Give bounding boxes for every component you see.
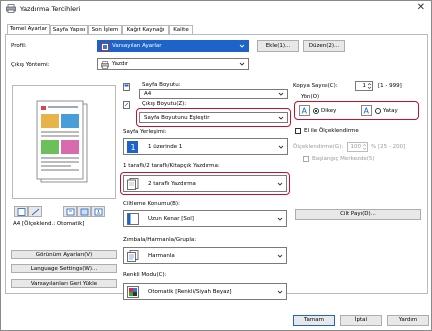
one-up-icon: 1 bbox=[127, 141, 138, 153]
page-layout-value: 1 üzerinde 1 bbox=[148, 143, 183, 150]
chevron-down-icon bbox=[277, 217, 283, 221]
svg-text:1: 1 bbox=[131, 143, 136, 152]
color-icon bbox=[80, 208, 89, 216]
edit-profile-button[interactable]: Düzen(2)... bbox=[303, 40, 345, 52]
scaling-input[interactable]: 100 bbox=[347, 142, 368, 152]
finishing-value: Harmanla bbox=[148, 252, 175, 259]
color-auto-icon bbox=[127, 286, 139, 298]
collate-icon bbox=[127, 250, 139, 262]
printer-icon bbox=[6, 4, 16, 13]
profile-icon bbox=[101, 43, 109, 51]
copies-label: Kopya Sayısı(C): bbox=[293, 83, 338, 89]
portrait-label: Dikey bbox=[321, 108, 337, 114]
svg-text:A: A bbox=[364, 107, 370, 116]
duplex-icon bbox=[31, 208, 40, 216]
duplex-print-icon bbox=[127, 178, 139, 190]
profile-select[interactable]: Varsayılan Ayarlar bbox=[97, 40, 249, 52]
gutter-button[interactable]: Cilt Payı(D)... bbox=[295, 209, 421, 220]
chevron-down-icon bbox=[278, 145, 284, 149]
language-settings-button[interactable]: Language Settings(W)... bbox=[11, 264, 117, 273]
preview-layout-button[interactable] bbox=[14, 206, 28, 217]
page-preview bbox=[12, 85, 116, 199]
page-size-label: Sayfa Boyutu: bbox=[142, 82, 181, 88]
preview-color-button[interactable] bbox=[77, 206, 91, 217]
preview-info-button[interactable] bbox=[91, 206, 105, 217]
copies-input[interactable]: 1 bbox=[355, 81, 373, 91]
profile-label: Profil: bbox=[11, 43, 27, 49]
ok-button[interactable]: Tamam bbox=[293, 315, 335, 326]
finishing-select[interactable]: Harmanla bbox=[123, 247, 287, 264]
output-size-highlight bbox=[136, 108, 291, 127]
svg-text:A: A bbox=[302, 107, 308, 116]
restore-defaults-button[interactable]: Varsayılanları Geri Yükle bbox=[11, 279, 117, 288]
duplex-value: 2 taraflı Yazdırma bbox=[148, 180, 196, 187]
orientation-label: Yön(O) bbox=[301, 94, 320, 100]
landscape-radio[interactable] bbox=[375, 108, 381, 114]
binding-label: Ciltleme Konumu(B): bbox=[123, 201, 180, 207]
cancel-button[interactable]: İptal bbox=[340, 315, 382, 326]
output-method-label: Çıkış Yöntemi: bbox=[11, 62, 50, 68]
landscape-icon: A bbox=[361, 105, 372, 116]
chevron-down-icon bbox=[239, 44, 245, 48]
staple-icon bbox=[66, 208, 75, 216]
manual-scaling-checkbox[interactable] bbox=[295, 128, 301, 134]
document-preview-icon bbox=[36, 100, 88, 183]
view-settings-button[interactable]: Görünüm Ayarları(V) bbox=[11, 250, 117, 259]
tab-label: Son İşlem bbox=[91, 27, 119, 33]
printer-icon bbox=[101, 61, 109, 69]
start-center-label: Başlangıç Merkezde(5) bbox=[312, 156, 375, 162]
finishing-label: Zımbala/Harmanla/Grupla: bbox=[123, 237, 197, 243]
preview-finishing-button[interactable] bbox=[63, 206, 77, 217]
title-bar: Yazdırma Tercihleri ✕ bbox=[1, 1, 431, 17]
output-size-label: Çıkış Boyutu(Z): bbox=[142, 101, 187, 107]
chevron-down-icon bbox=[239, 62, 245, 66]
copies-value: 1 bbox=[362, 83, 367, 89]
spin-arrows-icon[interactable] bbox=[362, 143, 367, 151]
color-mode-label: Renkli Modu(C): bbox=[123, 272, 167, 278]
page-layout-label: Sayfa Yerleşimi: bbox=[123, 129, 167, 135]
start-center-checkbox[interactable] bbox=[303, 156, 309, 162]
chevron-down-icon bbox=[277, 182, 283, 186]
output-method-select[interactable]: Yazdır bbox=[97, 58, 249, 70]
scaling-label: Ölçeklendirme(G): bbox=[293, 144, 344, 150]
spin-arrows-icon[interactable] bbox=[367, 82, 372, 90]
binding-select[interactable]: Uzun Kenar [Sol] bbox=[123, 210, 287, 227]
scaling-value: 100 bbox=[350, 144, 362, 150]
tab-label: Sayfa Yapısı bbox=[52, 27, 86, 33]
output-size-icon bbox=[123, 101, 130, 109]
chevron-down-icon bbox=[277, 290, 283, 294]
duplex-select[interactable]: 2 taraflı Yazdırma bbox=[123, 175, 287, 192]
page-size-select[interactable]: A4 bbox=[139, 89, 288, 99]
duplex-label: 1 taraflı/2 taraflı/Kitapçık Yazdırma: bbox=[123, 163, 220, 169]
color-mode-select[interactable]: Otomatik [Renkli/Siyah Beyaz] bbox=[123, 283, 287, 300]
portrait-radio[interactable] bbox=[313, 108, 319, 114]
page-icon bbox=[17, 208, 26, 216]
profile-value: Varsayılan Ayarlar bbox=[112, 43, 162, 49]
preview-duplex-button[interactable] bbox=[28, 206, 42, 217]
add-profile-button[interactable]: Ekle(1)... bbox=[257, 40, 299, 52]
copies-range: [1 - 999] bbox=[378, 83, 402, 89]
page-size-value: A4 bbox=[144, 91, 152, 97]
help-button[interactable]: Yardım bbox=[387, 315, 429, 326]
binding-icon bbox=[127, 213, 139, 225]
landscape-label: Yatay bbox=[383, 108, 398, 114]
binding-value: Uzun Kenar [Sol] bbox=[148, 215, 194, 222]
tab-label: Temel Ayarlar bbox=[9, 26, 48, 32]
chevron-down-icon bbox=[277, 254, 283, 258]
chevron-down-icon bbox=[278, 92, 284, 96]
portrait-icon: A bbox=[299, 105, 310, 116]
manual-scaling-label: El ile Ölçeklendirme bbox=[304, 128, 359, 134]
output-method-value: Yazdır bbox=[112, 61, 129, 67]
page-layout-select[interactable]: 1 1 üzerinde 1 bbox=[123, 138, 288, 155]
page-size-icon bbox=[123, 83, 130, 91]
window-title: Yazdırma Tercihleri bbox=[20, 5, 81, 13]
tab-label: Kağıt Kaynağı bbox=[126, 27, 165, 33]
tab-label: Kalite bbox=[173, 27, 189, 33]
close-icon[interactable]: ✕ bbox=[417, 3, 425, 13]
info-icon bbox=[94, 208, 103, 216]
preview-caption: A4 [Ölçeklend.: Otomatik] bbox=[13, 221, 85, 227]
scaling-range: % [25 - 200] bbox=[371, 144, 406, 150]
print-preferences-window: Yazdırma Tercihleri ✕ Temel Ayarlar Sayf… bbox=[0, 0, 432, 331]
color-mode-value: Otomatik [Renkli/Siyah Beyaz] bbox=[148, 288, 232, 295]
